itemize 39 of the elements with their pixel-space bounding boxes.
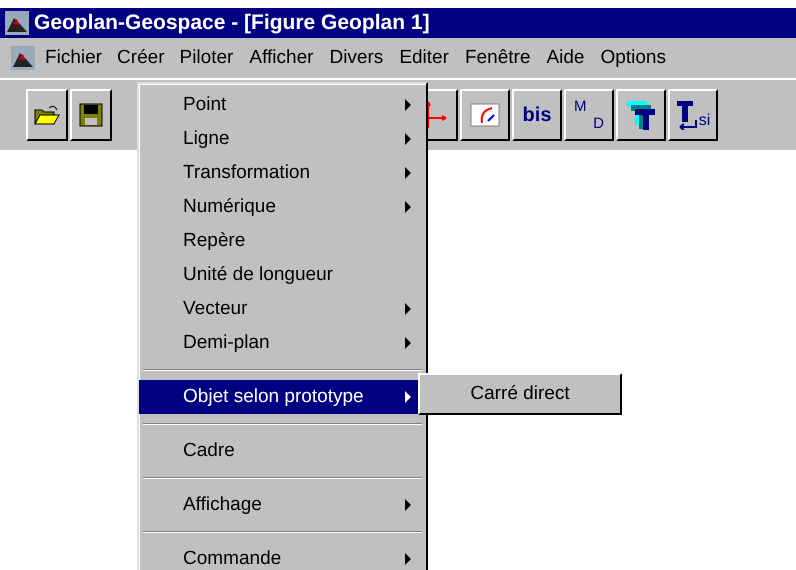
d-label: D xyxy=(593,115,604,132)
menu-item[interactable]: Fenêtre xyxy=(458,42,538,74)
app-icon xyxy=(4,10,30,36)
menu-entry[interactable]: Numérique xyxy=(139,190,426,224)
menu-entry[interactable]: Vecteur xyxy=(139,292,426,326)
menu-item[interactable]: Options xyxy=(593,42,673,74)
menu-entry[interactable]: Ligne xyxy=(139,122,426,156)
menu-entry[interactable]: Commande xyxy=(139,542,426,570)
bis-label: bis xyxy=(522,104,552,126)
menu-item[interactable]: Aide xyxy=(539,42,592,74)
menu-entry[interactable]: Point xyxy=(139,88,426,122)
toolbar-button[interactable] xyxy=(460,89,510,141)
menu-item[interactable]: Fichier xyxy=(38,42,110,74)
toolbar-button[interactable]: bis xyxy=(512,89,562,141)
menu-entry[interactable]: Transformation xyxy=(139,156,426,190)
toolbar-button[interactable]: si xyxy=(668,89,718,141)
menu-entry[interactable]: Demi-plan xyxy=(139,326,426,360)
menu-item[interactable]: Afficher xyxy=(242,42,320,74)
m-label: M xyxy=(574,98,588,115)
menu-item[interactable]: Editer xyxy=(392,42,456,74)
toolbar-button[interactable] xyxy=(616,89,666,141)
submenu-entry[interactable]: Carré direct xyxy=(470,383,570,405)
menu-item[interactable]: Créer xyxy=(111,43,171,73)
toolbar-button[interactable] xyxy=(26,89,68,141)
t-arrow-icon xyxy=(676,100,698,130)
menu-entry[interactable]: Affichage xyxy=(139,488,426,522)
menu-item[interactable]: Piloter xyxy=(172,42,240,74)
menu-item[interactable]: Divers xyxy=(322,42,390,74)
toolbar-button[interactable] xyxy=(70,89,112,141)
menu-entry[interactable]: Cadre xyxy=(139,434,426,468)
app-icon xyxy=(10,45,36,71)
window-title: Geoplan-Geospace - [Figure Geoplan 1] xyxy=(34,11,430,35)
open-folder-icon xyxy=(34,104,60,126)
menu-entry[interactable]: Repère xyxy=(139,224,426,258)
toolbar-button[interactable]: M D xyxy=(564,89,614,141)
menu-entry[interactable]: Unité de longueur xyxy=(139,258,426,292)
si-label: si xyxy=(698,112,710,130)
gauge-icon xyxy=(470,103,500,127)
t-shape-icon xyxy=(625,99,657,131)
